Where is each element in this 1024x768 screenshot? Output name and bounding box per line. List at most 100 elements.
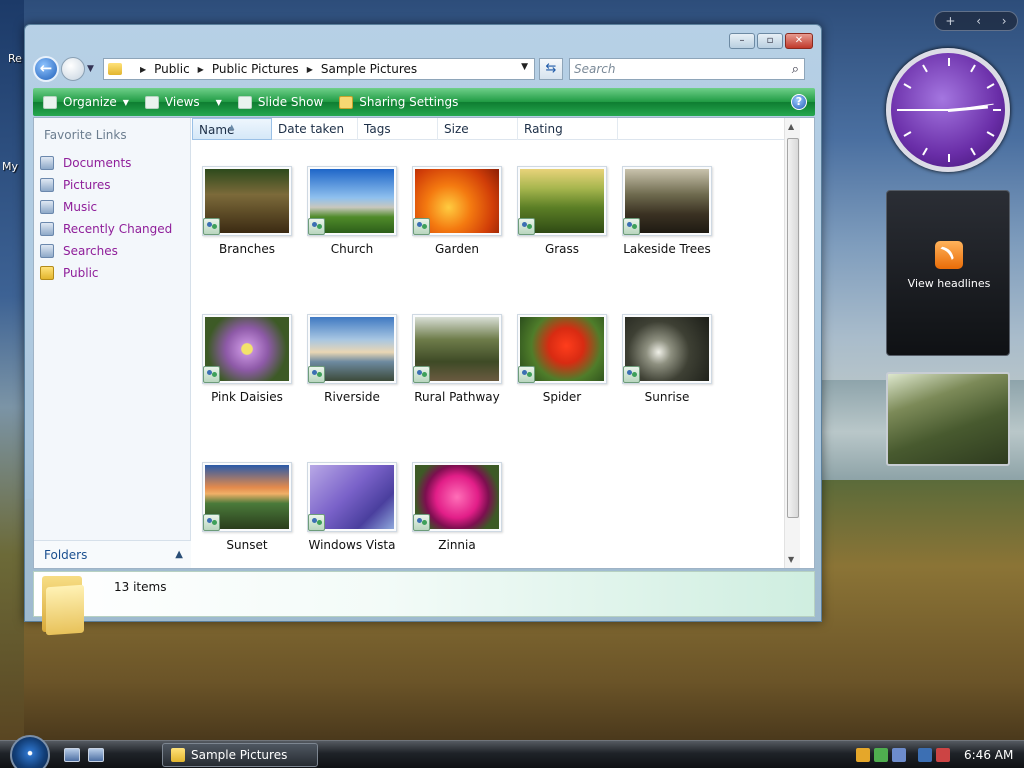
picture-thumbnail[interactable] xyxy=(517,166,607,236)
nav-item-recently-changed[interactable]: Recently Changed xyxy=(40,218,172,240)
help-icon[interactable]: ? xyxy=(791,94,807,110)
folders-toggle[interactable]: Folders ▲ xyxy=(34,540,191,568)
picture-thumbnail[interactable] xyxy=(307,314,397,384)
picture-thumbnail[interactable] xyxy=(517,314,607,384)
picture-thumbnail[interactable] xyxy=(202,166,292,236)
column-header-name[interactable]: ▲ Name xyxy=(192,118,272,140)
music-icon xyxy=(40,200,54,214)
forward-button[interactable] xyxy=(61,57,85,81)
notification-area: 6:46 AM xyxy=(852,741,1024,768)
add-gadget-button[interactable]: + xyxy=(945,14,955,28)
nav-item-label: Pictures xyxy=(63,178,111,192)
picture-thumbnail[interactable] xyxy=(307,166,397,236)
picture-filename[interactable]: Rural Pathway xyxy=(402,390,512,404)
recent-pages-dropdown[interactable]: ▼ xyxy=(87,64,99,74)
organize-button[interactable]: Organize ▼ xyxy=(43,95,129,109)
picture-filename[interactable]: Grass xyxy=(507,242,617,256)
breadcrumb-sample-pictures[interactable]: Sample Pictures xyxy=(321,62,417,76)
column-header-size[interactable]: Size xyxy=(438,118,518,140)
picture-filename[interactable]: Branches xyxy=(192,242,302,256)
chevron-right-icon[interactable]: ▶ xyxy=(198,65,204,74)
breadcrumb-public[interactable]: Public xyxy=(154,62,190,76)
picture-filename[interactable]: Riverside xyxy=(297,390,407,404)
recent-icon xyxy=(40,222,54,236)
nav-item-label: Public xyxy=(63,266,99,280)
previous-page-button[interactable]: ‹ xyxy=(976,14,981,28)
chevron-right-icon[interactable]: ▶ xyxy=(307,65,313,74)
vertical-scrollbar[interactable]: ▲ ▼ xyxy=(784,118,800,568)
slideshow-gadget[interactable] xyxy=(886,372,1010,466)
searches-icon xyxy=(40,244,54,258)
scrollbar-thumb[interactable] xyxy=(787,138,799,518)
start-button[interactable] xyxy=(10,735,50,768)
favorite-links-heading: Favorite Links xyxy=(44,128,127,142)
picture-thumbnail[interactable] xyxy=(412,166,502,236)
picture-filename[interactable]: Sunrise xyxy=(612,390,722,404)
switch-windows-icon[interactable] xyxy=(88,748,104,762)
clock-time[interactable]: 6:46 AM xyxy=(964,748,1013,762)
picture-thumbnail[interactable] xyxy=(622,314,712,384)
column-header-tags[interactable]: Tags xyxy=(358,118,438,140)
slideshow-button[interactable]: Slide Show xyxy=(237,95,323,109)
picture-thumbnail[interactable] xyxy=(622,166,712,236)
security-icon[interactable] xyxy=(856,748,870,762)
nav-item-pictures[interactable]: Pictures xyxy=(40,174,172,196)
search-input[interactable]: Search ⌕ xyxy=(569,58,805,80)
windows-icon[interactable] xyxy=(892,748,906,762)
picture-thumbnail[interactable] xyxy=(202,314,292,384)
chevron-right-icon[interactable]: ▶ xyxy=(140,65,146,74)
picture-thumbnail[interactable] xyxy=(412,462,502,532)
clock-gadget[interactable] xyxy=(886,48,1010,172)
picture-filename[interactable]: Sunset xyxy=(192,538,302,552)
nav-item-searches[interactable]: Searches xyxy=(40,240,172,262)
sharing-icon xyxy=(339,95,354,109)
picture-filename[interactable]: Lakeside Trees xyxy=(612,242,722,256)
picture-thumbnail[interactable] xyxy=(307,462,397,532)
feed-headlines-gadget[interactable]: View headlines xyxy=(886,190,1010,356)
network-icon[interactable] xyxy=(918,748,932,762)
picture-filename[interactable]: Spider xyxy=(507,390,617,404)
search-icon[interactable]: ⌕ xyxy=(792,60,799,80)
item-count: 13 items xyxy=(114,580,167,594)
address-dropdown-icon[interactable]: ▼ xyxy=(521,62,528,72)
close-button[interactable]: ✕ xyxy=(785,33,813,49)
sharing-settings-button[interactable]: Sharing Settings xyxy=(339,95,458,109)
shared-overlay-icon xyxy=(308,514,325,531)
picture-filename[interactable]: Church xyxy=(297,242,407,256)
chevron-down-icon: ▼ xyxy=(215,97,222,107)
scroll-down-icon[interactable]: ▼ xyxy=(788,555,794,564)
content-area: Favorite Links Documents Pictures Music … xyxy=(33,117,815,569)
volume-muted-icon[interactable] xyxy=(936,748,950,762)
scroll-up-icon[interactable]: ▲ xyxy=(788,122,794,131)
picture-thumbnail[interactable] xyxy=(412,314,502,384)
picture-filename[interactable]: Windows Vista xyxy=(297,538,407,552)
nav-item-public[interactable]: Public xyxy=(40,262,172,284)
column-header-rating[interactable]: Rating xyxy=(518,118,618,140)
picture-thumbnail[interactable] xyxy=(202,462,292,532)
back-button[interactable]: ← xyxy=(33,56,59,82)
maximize-button[interactable]: ▫ xyxy=(757,33,783,49)
picture-filename[interactable]: Garden xyxy=(402,242,512,256)
update-icon[interactable] xyxy=(874,748,888,762)
favorite-links-list: Documents Pictures Music Recently Change… xyxy=(40,152,172,284)
desktop-recycle-bin-label[interactable]: Re xyxy=(8,52,22,65)
breadcrumb-public-pictures[interactable]: Public Pictures xyxy=(212,62,299,76)
sidebar-controls: + ‹ › xyxy=(934,11,1018,31)
refresh-button[interactable]: ⇆ xyxy=(539,58,563,80)
show-desktop-icon[interactable] xyxy=(64,748,80,762)
minimize-button[interactable]: – xyxy=(729,33,755,49)
folder-icon xyxy=(171,748,185,762)
taskbar-button-label: Sample Pictures xyxy=(191,748,288,762)
desktop-my-label[interactable]: My xyxy=(2,160,18,173)
nav-item-music[interactable]: Music xyxy=(40,196,172,218)
picture-filename[interactable]: Zinnia xyxy=(402,538,512,552)
nav-item-documents[interactable]: Documents xyxy=(40,152,172,174)
address-bar[interactable]: ▶ Public ▶ Public Pictures ▶ Sample Pict… xyxy=(103,58,535,80)
views-button[interactable]: Views ▼ xyxy=(144,95,222,109)
view-headlines-label[interactable]: View headlines xyxy=(887,277,1011,290)
column-header-date-taken[interactable]: Date taken xyxy=(272,118,358,140)
next-page-button[interactable]: › xyxy=(1002,14,1007,28)
taskbar-button-sample-pictures[interactable]: Sample Pictures xyxy=(162,743,318,767)
clock-tick xyxy=(903,131,912,137)
picture-filename[interactable]: Pink Daisies xyxy=(192,390,302,404)
